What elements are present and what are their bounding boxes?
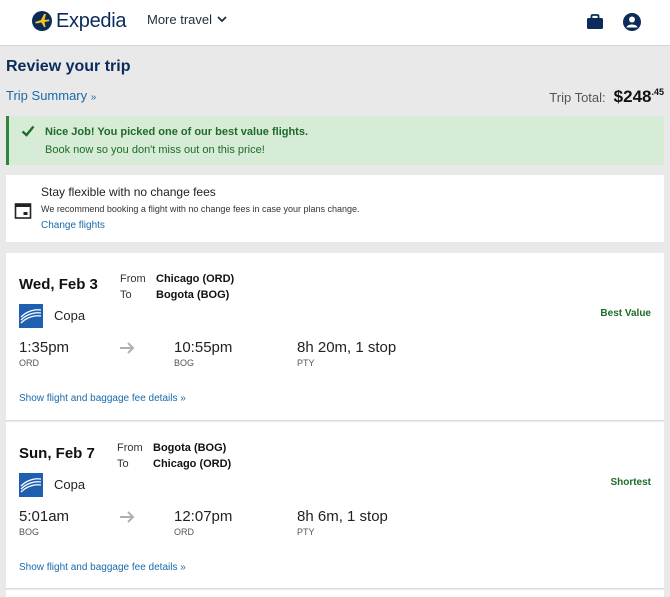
depart-airport-code: ORD — [19, 358, 39, 368]
airline-name: Copa — [54, 477, 86, 492]
depart-time: 5:01am — [19, 508, 70, 525]
from-city: Bogota (BOG) — [153, 442, 227, 454]
to-label: To — [120, 289, 132, 301]
stop-airport-code: PTY — [297, 527, 315, 537]
flight-date: Sun, Feb 7 — [19, 445, 95, 462]
best-value-alert: Nice Job! You picked one of our best val… — [6, 116, 664, 165]
copa-airline-logo — [19, 473, 43, 497]
check-icon — [21, 125, 35, 137]
double-chevron-down-icon: » — [180, 393, 186, 404]
arrive-time: 10:55pm — [174, 339, 233, 356]
flight-duration: 8h 6m, 1 stop — [297, 508, 388, 525]
shortest-badge: Shortest — [610, 477, 651, 488]
expedia-logo[interactable]: Expedia — [32, 8, 126, 34]
trip-total-label: Trip Total: — [549, 90, 606, 105]
airline-name: Copa — [54, 308, 86, 323]
trip-summary-toggle[interactable]: Trip Summary » — [6, 88, 96, 103]
more-travel-menu[interactable]: More travel — [147, 12, 227, 27]
change-flights-link[interactable]: Change flights — [41, 220, 105, 231]
to-label: To — [117, 458, 129, 470]
stop-airport-code: PTY — [297, 358, 315, 368]
flight-date: Wed, Feb 3 — [19, 276, 98, 293]
flight-route: From Bogota (BOG) To Chicago (ORD) — [117, 440, 231, 472]
flight-card-outbound: Wed, Feb 3 From Chicago (ORD) To Bogota (B… — [6, 253, 664, 421]
arrow-right-icon — [120, 342, 135, 354]
no-change-fees-card: Stay flexible with no change fees We rec… — [6, 175, 664, 242]
to-city: Bogota (BOG) — [156, 289, 230, 301]
flight-card-return: Sun, Feb 7 From Bogota (BOG) To Chicago (O… — [6, 422, 664, 589]
chevron-down-icon — [217, 16, 227, 23]
double-chevron-down-icon: » — [180, 562, 186, 573]
alert-title: Nice Job! You picked one of our best val… — [45, 126, 309, 138]
flight-details-label: Show flight and baggage fee details — [19, 393, 178, 404]
trip-total-amount: $248 — [613, 87, 652, 106]
copa-airline-logo — [19, 304, 43, 328]
flight-duration: 8h 20m, 1 stop — [297, 339, 397, 356]
depart-time: 1:35pm — [19, 339, 70, 356]
alert-subtitle: Book now so you don't miss out on this p… — [45, 144, 265, 156]
from-label: From — [117, 442, 143, 454]
plane-logo-icon — [32, 11, 52, 31]
brand-name: Expedia — [56, 9, 127, 32]
depart-airport-code: BOG — [19, 527, 40, 537]
page-title: Review your trip — [6, 58, 131, 75]
more-travel-label: More travel — [147, 12, 213, 27]
account-icon[interactable] — [622, 12, 642, 32]
flight-details-link[interactable]: Show flight and baggage fee details » — [19, 562, 186, 573]
trip-total-cents: .45 — [651, 87, 664, 97]
from-city: Chicago (ORD) — [156, 273, 235, 285]
next-card-edge — [6, 590, 664, 597]
calendar-icon — [14, 203, 32, 219]
briefcase-icon[interactable] — [585, 12, 605, 32]
trip-summary-label: Trip Summary — [6, 88, 88, 103]
arrive-time: 12:07pm — [174, 508, 233, 525]
best-value-badge: Best Value — [600, 308, 651, 319]
flight-details-label: Show flight and baggage fee details — [19, 562, 178, 573]
flex-description: We recommend booking a flight with no ch… — [41, 204, 360, 214]
double-chevron-down-icon: » — [90, 92, 97, 103]
to-city: Chicago (ORD) — [153, 458, 232, 470]
flex-title: Stay flexible with no change fees — [41, 185, 216, 199]
flight-route: From Chicago (ORD) To Bogota (BOG) — [120, 271, 234, 303]
arrive-airport-code: ORD — [174, 527, 194, 537]
from-label: From — [120, 273, 146, 285]
top-header: Expedia More travel — [0, 0, 670, 46]
arrive-airport-code: BOG — [174, 358, 195, 368]
arrow-right-icon — [120, 511, 135, 523]
trip-total: Trip Total: $248 .45 — [549, 87, 664, 107]
flight-details-link[interactable]: Show flight and baggage fee details » — [19, 393, 186, 404]
